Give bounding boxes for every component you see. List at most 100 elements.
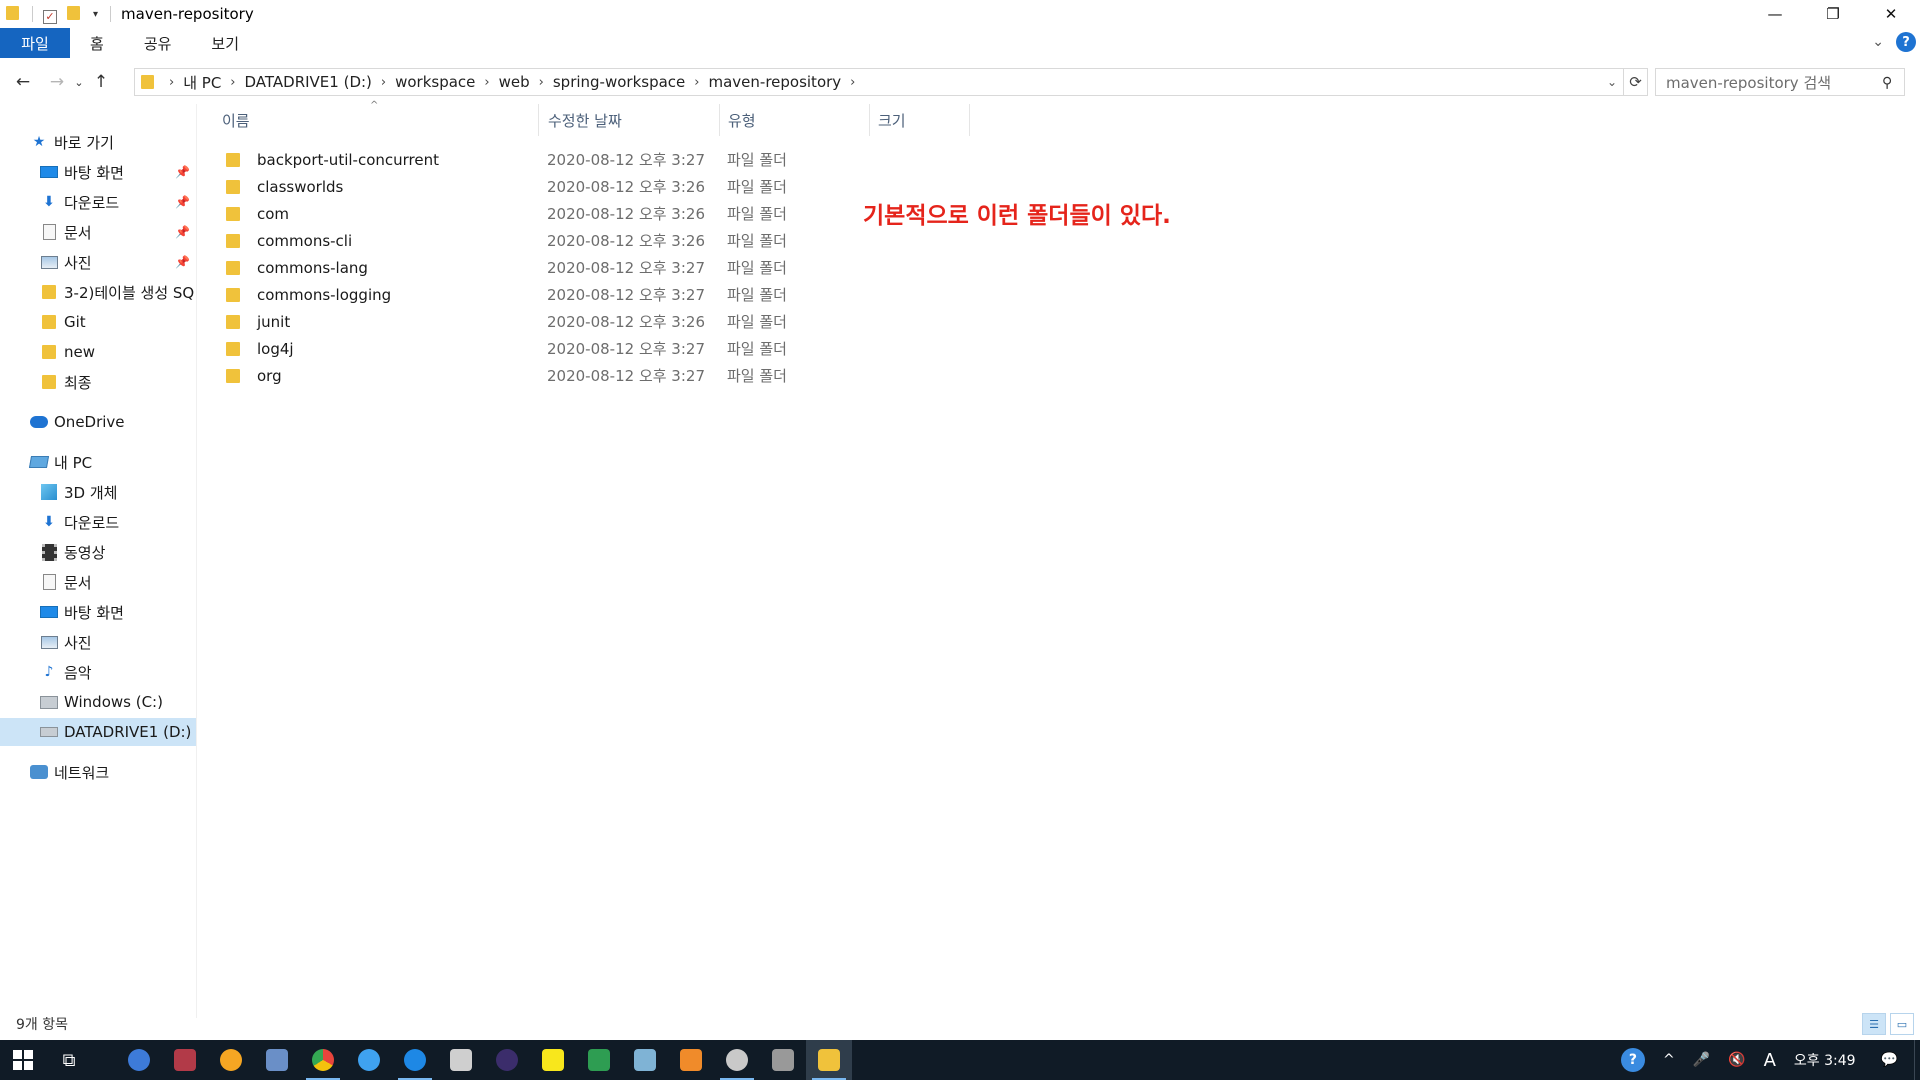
sidebar-item-pc-downloads[interactable]: ⬇ 다운로드 — [0, 508, 196, 536]
file-row[interactable]: commons-cli 2020-08-12 오후 3:26 파일 폴더 — [214, 227, 794, 254]
sidebar-item-label: 최종 — [64, 373, 92, 392]
show-desktop-button[interactable] — [1914, 1040, 1920, 1080]
file-row[interactable]: classworlds 2020-08-12 오후 3:26 파일 폴더 — [214, 173, 794, 200]
up-button[interactable]: ↑ — [88, 72, 114, 92]
breadcrumb-this-pc[interactable]: 내 PC — [183, 72, 221, 93]
file-row[interactable]: org 2020-08-12 오후 3:27 파일 폴더 — [214, 362, 794, 389]
taskbar-app-ie[interactable] — [346, 1040, 392, 1080]
search-tool-icon — [220, 1049, 242, 1071]
taskbar-app-sublime[interactable] — [668, 1040, 714, 1080]
breadcrumb-datadrive[interactable]: DATADRIVE1 (D:) — [245, 73, 372, 91]
breadcrumb-web[interactable]: web — [499, 73, 530, 91]
sidebar-item-pc-pictures[interactable]: 사진 — [0, 628, 196, 656]
sidebar-item-desktop[interactable]: 바탕 화면 📌 — [0, 158, 196, 186]
file-row[interactable]: log4j 2020-08-12 오후 3:27 파일 폴더 — [214, 335, 794, 362]
sidebar-item-music[interactable]: ♪ 음악 — [0, 658, 196, 686]
column-header-modified[interactable]: 수정한 날짜 — [540, 104, 720, 136]
breadcrumb-separator[interactable]: › — [169, 75, 174, 90]
clock[interactable]: 오후 3:49 — [1785, 1050, 1865, 1070]
close-button[interactable]: ✕ — [1862, 0, 1920, 28]
breadcrumb-maven-repository[interactable]: maven-repository — [708, 73, 841, 91]
breadcrumb-separator[interactable]: › — [694, 75, 699, 90]
taskbar-app-r[interactable] — [116, 1040, 162, 1080]
column-header-name[interactable]: 이름 — [214, 104, 539, 136]
details-view-button[interactable]: ☰ — [1862, 1013, 1886, 1035]
address-history-dropdown[interactable]: ⌄ — [1601, 69, 1623, 95]
back-button[interactable]: ← — [10, 72, 36, 92]
taskbar-app-winrar[interactable] — [162, 1040, 208, 1080]
taskbar-app-settings[interactable] — [714, 1040, 760, 1080]
show-hidden-icons-icon[interactable]: ^ — [1654, 1052, 1684, 1068]
sidebar-item-table-sql[interactable]: 3-2)테이블 생성 SQ — [0, 278, 196, 306]
taskbar-app-sticky-notes[interactable] — [530, 1040, 576, 1080]
customize-toolbar-dropdown[interactable]: ▾ — [93, 9, 98, 20]
help-icon[interactable]: ? — [1896, 32, 1916, 52]
windows-drive-icon — [40, 693, 58, 711]
title-bar: ✓ ▾ maven-repository — ❐ ✕ — [0, 0, 1920, 28]
tab-view[interactable]: 보기 — [191, 28, 259, 58]
taskbar-app-usb[interactable] — [760, 1040, 806, 1080]
tab-file[interactable]: 파일 — [0, 28, 70, 58]
ime-indicator[interactable]: A — [1755, 1050, 1785, 1071]
sidebar-item-new[interactable]: new — [0, 338, 196, 366]
sidebar-item-quick-access[interactable]: ★ 바로 가기 — [0, 128, 196, 156]
sidebar-item-3d-objects[interactable]: 3D 개체 — [0, 478, 196, 506]
sidebar-item-downloads[interactable]: ⬇ 다운로드 📌 — [0, 188, 196, 216]
breadcrumb-spring-workspace[interactable]: spring-workspace — [553, 73, 685, 91]
expand-ribbon-icon[interactable]: ⌄ — [1872, 34, 1884, 50]
restore-button[interactable]: ❐ — [1804, 0, 1862, 28]
taskbar-app-edge[interactable] — [392, 1040, 438, 1080]
sidebar-item-pictures[interactable]: 사진 📌 — [0, 248, 196, 276]
sidebar-item-videos[interactable]: 동영상 — [0, 538, 196, 566]
forward-button[interactable]: → — [44, 72, 70, 92]
sidebar-item-documents[interactable]: 문서 📌 — [0, 218, 196, 246]
taskbar-app-spreadsheet[interactable] — [576, 1040, 622, 1080]
sidebar-item-git[interactable]: Git — [0, 308, 196, 336]
help-tray-icon[interactable]: ? — [1612, 1048, 1654, 1072]
tab-share[interactable]: 공유 — [124, 28, 192, 58]
column-header-size[interactable]: 크기 — [870, 104, 970, 136]
file-row[interactable]: junit 2020-08-12 오후 3:26 파일 폴더 — [214, 308, 794, 335]
file-row[interactable]: commons-lang 2020-08-12 오후 3:27 파일 폴더 — [214, 254, 794, 281]
sidebar-item-this-pc[interactable]: 내 PC — [0, 448, 196, 476]
refresh-button[interactable]: ⟳ — [1624, 68, 1648, 96]
tab-home[interactable]: 홈 — [70, 28, 124, 58]
taskbar-app-pen[interactable] — [622, 1040, 668, 1080]
sidebar-item-windows-drive[interactable]: Windows (C:) — [0, 688, 196, 716]
notifications-icon[interactable]: 💬 — [1865, 1052, 1914, 1068]
recent-locations-button[interactable]: ⌄ — [70, 76, 88, 89]
taskbar-app-network-tool[interactable] — [254, 1040, 300, 1080]
taskbar-app-gear[interactable] — [438, 1040, 484, 1080]
taskbar-app-chrome[interactable] — [300, 1040, 346, 1080]
microphone-icon[interactable]: 🎤 — [1684, 1052, 1719, 1068]
sidebar-item-datadrive[interactable]: DATADRIVE1 (D:) — [0, 718, 196, 746]
task-view-button[interactable]: ⧉ — [46, 1040, 92, 1080]
minimize-button[interactable]: — — [1746, 0, 1804, 28]
file-row[interactable]: backport-util-concurrent 2020-08-12 오후 3… — [214, 146, 794, 173]
breadcrumb-separator[interactable]: › — [230, 75, 235, 90]
breadcrumb-separator[interactable]: › — [539, 75, 544, 90]
breadcrumb-workspace[interactable]: workspace — [395, 73, 475, 91]
taskbar-app-search-tool[interactable] — [208, 1040, 254, 1080]
sidebar-item-pc-desktop[interactable]: 바탕 화면 — [0, 598, 196, 626]
volume-muted-icon[interactable]: 🔇 — [1719, 1052, 1754, 1068]
file-modified: 2020-08-12 오후 3:26 — [547, 232, 705, 250]
sidebar-item-network[interactable]: 네트워크 — [0, 758, 196, 786]
taskbar-app-eclipse[interactable] — [484, 1040, 530, 1080]
new-folder-icon[interactable] — [67, 6, 83, 22]
breadcrumb-separator[interactable]: › — [484, 75, 489, 90]
file-row[interactable]: commons-logging 2020-08-12 오후 3:27 파일 폴더 — [214, 281, 794, 308]
search-input[interactable]: maven-repository 검색 — [1655, 68, 1905, 96]
large-icons-view-button[interactable]: ▭ — [1890, 1013, 1914, 1035]
start-button[interactable] — [0, 1040, 46, 1080]
taskbar-app-file-explorer[interactable] — [806, 1040, 852, 1080]
properties-icon[interactable]: ✓ — [43, 6, 59, 24]
sidebar-item-final[interactable]: 최종 — [0, 368, 196, 396]
breadcrumb-separator[interactable]: › — [850, 75, 855, 90]
sidebar-item-pc-documents[interactable]: 문서 — [0, 568, 196, 596]
file-row[interactable]: com 2020-08-12 오후 3:26 파일 폴더 — [214, 200, 794, 227]
sidebar-item-onedrive[interactable]: OneDrive — [0, 408, 196, 436]
breadcrumb-separator[interactable]: › — [381, 75, 386, 90]
address-bar[interactable]: › 내 PC › DATADRIVE1 (D:) › workspace › w… — [134, 68, 1624, 96]
column-header-type[interactable]: 유형 — [720, 104, 870, 136]
